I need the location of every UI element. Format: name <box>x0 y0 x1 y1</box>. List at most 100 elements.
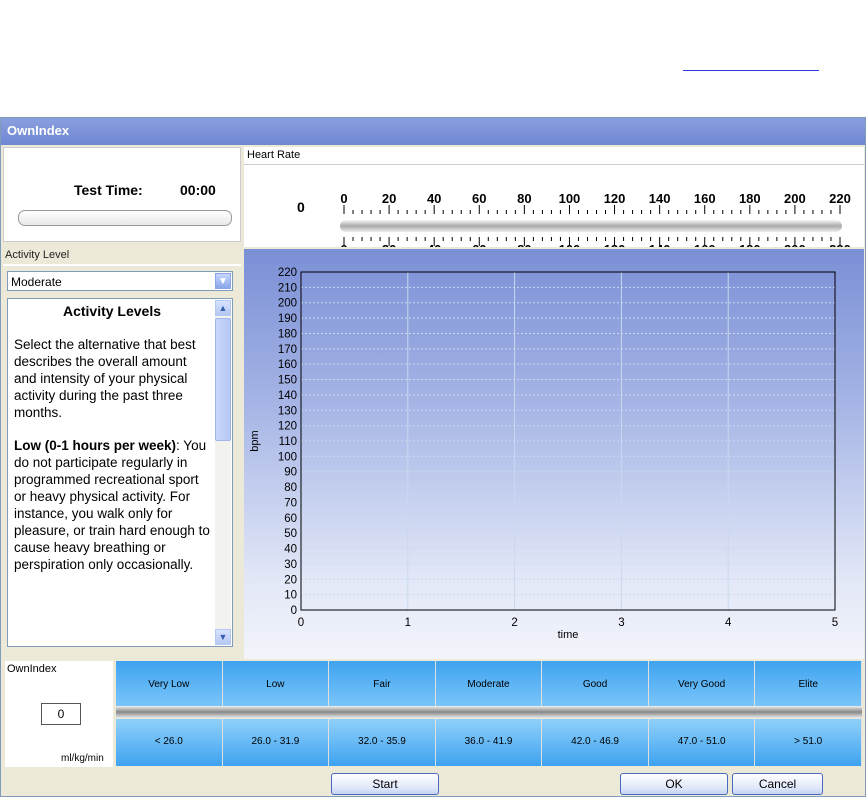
start-button[interactable]: Start <box>331 773 439 795</box>
scroll-down-icon[interactable]: ▼ <box>215 629 231 645</box>
y-tick-label: 40 <box>284 544 297 556</box>
heart-rate-ruler: 0 0 0 20 20 40 40 60 60 80 80 100 100 120 120 140 140 16… <box>244 165 864 247</box>
heart-rate-label: Heart Rate <box>247 149 301 161</box>
ruler-label-top: 160 <box>694 191 716 206</box>
activity-description: Activity Levels Select the alternative t… <box>7 298 233 647</box>
y-tick-label: 150 <box>278 375 297 387</box>
ownindex-window: OwnIndex Test Time: 00:00 Heart Rate 0 0… <box>0 117 866 797</box>
ruler-label-top: 0 <box>340 191 347 206</box>
ruler-label-bottom: 220 <box>829 242 851 247</box>
y-tick-label: 30 <box>284 559 297 571</box>
heart-rate-scale: 0 0 20 20 40 40 60 60 80 80 100 100 120 120 140 140 160 1… <box>340 191 851 247</box>
ruler-label-top: 120 <box>604 191 626 206</box>
ownindex-category-range-cell: 36.0 - 41.9 <box>435 719 543 766</box>
x-tick-label: 2 <box>511 617 517 629</box>
heart-rate-chart-area: 0 10 20 30 40 50 60 70 80 90 100 110 120 130 140 150 160… <box>244 249 864 659</box>
ok-button[interactable]: OK <box>620 773 728 795</box>
y-tick-label: 120 <box>278 421 297 433</box>
ownindex-scale-bar <box>116 706 862 718</box>
ruler-label-bottom: 140 <box>649 242 671 247</box>
ownindex-category-label: Very Good <box>677 679 726 690</box>
chevron-down-icon[interactable]: ▼ <box>215 273 231 289</box>
ownindex-label: OwnIndex <box>7 663 57 675</box>
ruler-label-bottom: 0 <box>340 242 347 247</box>
footer: Start OK Cancel <box>1 772 865 798</box>
ruler-label-bottom: 80 <box>517 242 531 247</box>
test-time-value: 00:00 <box>180 182 216 198</box>
cancel-button[interactable]: Cancel <box>732 773 823 795</box>
ownindex-category-range-cell: 32.0 - 35.9 <box>329 719 436 766</box>
ownindex-category: Elite <box>755 661 862 708</box>
x-tick-label: 4 <box>725 617 732 629</box>
y-axis-label: bpm <box>249 430 261 451</box>
ownindex-category-range: < 26.0 <box>154 736 183 747</box>
x-tick-label: 0 <box>298 617 304 629</box>
activity-low-text: : You do not participate regularly in pr… <box>14 438 210 572</box>
ownindex-category-label: Elite <box>798 679 818 690</box>
y-tick-label: 0 <box>291 605 297 617</box>
y-tick-label: 70 <box>284 497 297 509</box>
ownindex-box: OwnIndex 0 ml/kg/min <box>5 661 113 767</box>
ruler-label-top: 100 <box>559 191 581 206</box>
ownindex-category-range: 47.0 - 51.0 <box>677 736 726 747</box>
activity-low-title: Low (0-1 hours per week) <box>14 438 177 453</box>
ruler-label-top: 200 <box>784 191 806 206</box>
heart-rate-track <box>340 220 842 232</box>
y-tick-label: 60 <box>284 513 297 525</box>
ownindex-category-range: 36.0 - 41.9 <box>464 736 513 747</box>
ownindex-category-range: 32.0 - 35.9 <box>358 736 406 747</box>
ownindex-category-label: Fair <box>373 679 391 690</box>
ownindex-category-range: 26.0 - 31.9 <box>251 736 300 747</box>
ownindex-category-range-cell: 26.0 - 31.9 <box>222 719 330 766</box>
ruler-label-bottom: 20 <box>382 242 396 247</box>
ownindex-unit: ml/kg/min <box>61 753 104 764</box>
y-tick-label: 110 <box>279 436 297 448</box>
test-time-label: Test Time: <box>74 182 143 198</box>
ownindex-category: Very Low <box>116 661 223 708</box>
scroll-up-icon[interactable]: ▲ <box>215 300 231 316</box>
x-axis-label: time <box>558 629 579 641</box>
ruler-label-bottom: 180 <box>739 242 761 247</box>
ownindex-category-range: 42.0 - 46.9 <box>571 736 619 747</box>
y-tick-label: 180 <box>278 328 297 340</box>
activity-low: Low (0-1 hours per week): You do not par… <box>14 437 210 573</box>
ruler-label-bottom: 40 <box>427 242 441 247</box>
ownindex-category-range: > 51.0 <box>794 736 823 747</box>
scroll-thumb[interactable] <box>215 318 231 441</box>
activity-level-value: Moderate <box>11 275 62 289</box>
ownindex-category-range-cell: < 26.0 <box>116 719 223 766</box>
ownindex-category: Very Good <box>648 661 756 708</box>
heart-rate-header: Heart Rate <box>244 147 864 165</box>
ruler-label-bottom: 200 <box>784 242 806 247</box>
x-tick-label: 5 <box>832 617 838 629</box>
ruler-label-top: 220 <box>829 191 851 206</box>
y-tick-label: 90 <box>284 467 297 479</box>
ruler-label-bottom: 160 <box>694 242 716 247</box>
top-link-underline[interactable] <box>683 70 819 71</box>
ownindex-category-range-cell: 47.0 - 51.0 <box>648 719 756 766</box>
ruler-label-top: 40 <box>427 191 441 206</box>
y-tick-label: 130 <box>278 405 297 417</box>
activity-intro: Select the alternative that best describ… <box>14 337 196 420</box>
y-tick-label: 80 <box>284 482 297 494</box>
title-bar: OwnIndex <box>1 118 865 145</box>
activity-scrollbar[interactable]: ▲ ▼ <box>215 300 231 645</box>
ownindex-section: OwnIndex 0 ml/kg/min Very Low < 26.0 Low 26… <box>1 661 865 771</box>
y-tick-label: 160 <box>278 359 297 371</box>
ruler-label-top: 60 <box>472 191 486 206</box>
y-tick-label: 170 <box>278 344 297 356</box>
y-tick-label: 10 <box>284 590 297 602</box>
ruler-label-top: 140 <box>649 191 671 206</box>
ruler-label-top: 80 <box>517 191 531 206</box>
y-tick-label: 50 <box>284 528 297 540</box>
y-tick-label: 220 <box>278 267 297 279</box>
y-tick-label: 190 <box>278 313 297 325</box>
activity-level-label: Activity Level <box>5 249 70 261</box>
activity-level-select[interactable]: Moderate ▼ <box>7 271 233 291</box>
ownindex-category: Moderate <box>435 661 543 708</box>
y-tick-label: 200 <box>278 298 297 310</box>
ownindex-category: Good <box>542 661 649 708</box>
ruler-label-bottom: 100 <box>559 242 581 247</box>
window-title: OwnIndex <box>7 123 70 138</box>
test-time-panel: Test Time: 00:00 <box>3 147 241 242</box>
